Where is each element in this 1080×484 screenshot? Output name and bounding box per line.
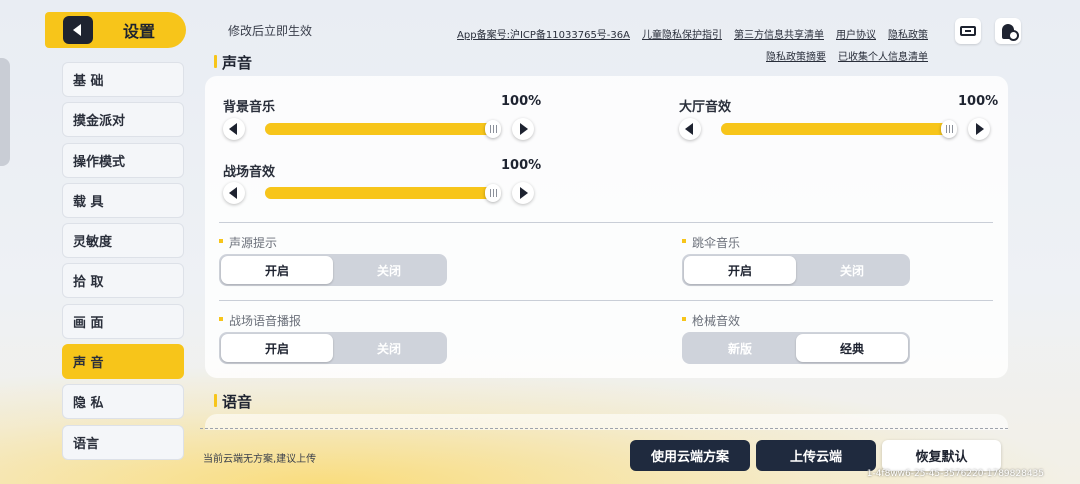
- sidebar-item-basic[interactable]: 基 础: [62, 62, 184, 97]
- section-title-voice: 语音: [214, 391, 252, 412]
- settings-sidebar: 基 础 摸金派对 操作模式 载 具 灵敏度 拾 取 画 面 声 音 隐 私 语言: [62, 62, 184, 465]
- gun-sfx-classic-option[interactable]: 经典: [796, 334, 908, 362]
- restore-default-button[interactable]: 恢复默认: [882, 440, 1001, 471]
- toggle-label-gun-sfx: 枪械音效: [682, 312, 740, 329]
- child-privacy-link[interactable]: 儿童隐私保护指引: [642, 26, 722, 41]
- sidebar-item-treasure-party[interactable]: 摸金派对: [62, 102, 184, 138]
- sidebar-item-sound[interactable]: 声 音: [62, 344, 184, 380]
- privacy-policy-link[interactable]: 隐私政策: [888, 26, 928, 41]
- lobby-sfx-slider-fill: [721, 123, 957, 135]
- slider-value-lobby-sfx: 100%: [958, 94, 999, 109]
- edge-drawer-handle[interactable]: [0, 58, 10, 166]
- use-cloud-plan-button[interactable]: 使用云端方案: [630, 440, 750, 471]
- collected-info-link[interactable]: 已收集个人信息清单: [838, 48, 928, 63]
- battle-voice-on-option[interactable]: 开启: [221, 334, 333, 362]
- slider-label-bgm: 背景音乐: [223, 100, 276, 115]
- sidebar-item-sensitivity[interactable]: 灵敏度: [62, 223, 184, 259]
- legal-links-row2: 隐私政策摘要 已收集个人信息清单: [766, 48, 928, 63]
- back-arrow-icon[interactable]: [63, 16, 93, 44]
- lobby-sfx-slider[interactable]: [721, 120, 957, 138]
- slider-label-battle-sfx: 战场音效: [223, 165, 276, 180]
- bgm-slider[interactable]: [265, 120, 501, 138]
- battle-sfx-slider-fill: [265, 187, 501, 199]
- icp-link[interactable]: App备案号:沪ICP备11033765号-36A: [457, 26, 630, 41]
- sound-source-on-option[interactable]: 开启: [221, 256, 333, 284]
- battle-sfx-slider-thumb[interactable]: [485, 184, 501, 202]
- toggle-label-battle-voice: 战场语音播报: [219, 312, 301, 329]
- settings-header: 设置: [45, 12, 186, 48]
- battle-sfx-decrease-button[interactable]: [223, 182, 245, 204]
- sidebar-item-language[interactable]: 语言: [62, 424, 184, 460]
- bgm-increase-button[interactable]: [512, 118, 534, 140]
- slider-value-battle-sfx: 100%: [501, 158, 542, 173]
- upload-cloud-button[interactable]: 上传云端: [756, 440, 876, 471]
- toggle-label-sound-source: 声源提示: [219, 234, 277, 251]
- gun-sfx-toggle: 新版 经典: [682, 332, 910, 364]
- parachute-music-toggle: 开启 关闭: [682, 254, 910, 286]
- sound-source-off-option[interactable]: 关闭: [333, 256, 445, 284]
- sidebar-item-pickup[interactable]: 拾 取: [62, 263, 184, 299]
- gun-sfx-new-option[interactable]: 新版: [684, 334, 796, 362]
- footer-divider: [200, 428, 1008, 429]
- legal-links-row1: App备案号:沪ICP备11033765号-36A 儿童隐私保护指引 第三方信息…: [457, 26, 928, 41]
- battle-voice-off-option[interactable]: 关闭: [333, 334, 445, 362]
- lobby-sfx-increase-button[interactable]: [968, 118, 990, 140]
- apply-notice: 修改后立即生效: [228, 24, 313, 38]
- bgm-slider-fill: [265, 123, 501, 135]
- third-party-share-link[interactable]: 第三方信息共享清单: [734, 26, 824, 41]
- sidebar-item-vehicle[interactable]: 载 具: [62, 182, 184, 218]
- section-title-sound: 声音: [214, 52, 252, 73]
- cloud-hint-text: 当前云端无方案,建议上传: [203, 454, 317, 465]
- toggle-label-parachute-music: 跳伞音乐: [682, 234, 740, 251]
- ticket-icon[interactable]: [955, 18, 981, 44]
- slider-value-bgm: 100%: [501, 94, 542, 109]
- parachute-music-off-option[interactable]: 关闭: [796, 256, 908, 284]
- battle-sfx-slider[interactable]: [265, 184, 501, 202]
- build-id: 1-4f8ww6-25-45-3576220-1789828435: [866, 469, 1044, 479]
- sidebar-item-privacy[interactable]: 隐 私: [62, 384, 184, 420]
- sound-source-toggle: 开启 关闭: [219, 254, 447, 286]
- sound-panel: 背景音乐 100% 大厅音效 100% 战场音效 100% 声源提示 开启 关闭…: [205, 76, 1008, 378]
- battle-voice-toggle: 开启 关闭: [219, 332, 447, 364]
- parachute-music-on-option[interactable]: 开启: [684, 256, 796, 284]
- user-agreement-link[interactable]: 用户协议: [836, 26, 876, 41]
- divider: [219, 300, 993, 301]
- page-title: 设置: [123, 22, 156, 41]
- bgm-slider-thumb[interactable]: [485, 120, 501, 138]
- privacy-summary-link[interactable]: 隐私政策摘要: [766, 48, 826, 63]
- sidebar-item-graphics[interactable]: 画 面: [62, 303, 184, 339]
- slider-label-lobby-sfx: 大厅音效: [679, 100, 732, 115]
- lobby-sfx-slider-thumb[interactable]: [941, 120, 957, 138]
- lobby-sfx-decrease-button[interactable]: [679, 118, 701, 140]
- user-settings-icon[interactable]: [995, 18, 1021, 44]
- bgm-decrease-button[interactable]: [223, 118, 245, 140]
- divider: [219, 222, 993, 223]
- battle-sfx-increase-button[interactable]: [512, 182, 534, 204]
- sidebar-item-control-mode[interactable]: 操作模式: [62, 142, 184, 178]
